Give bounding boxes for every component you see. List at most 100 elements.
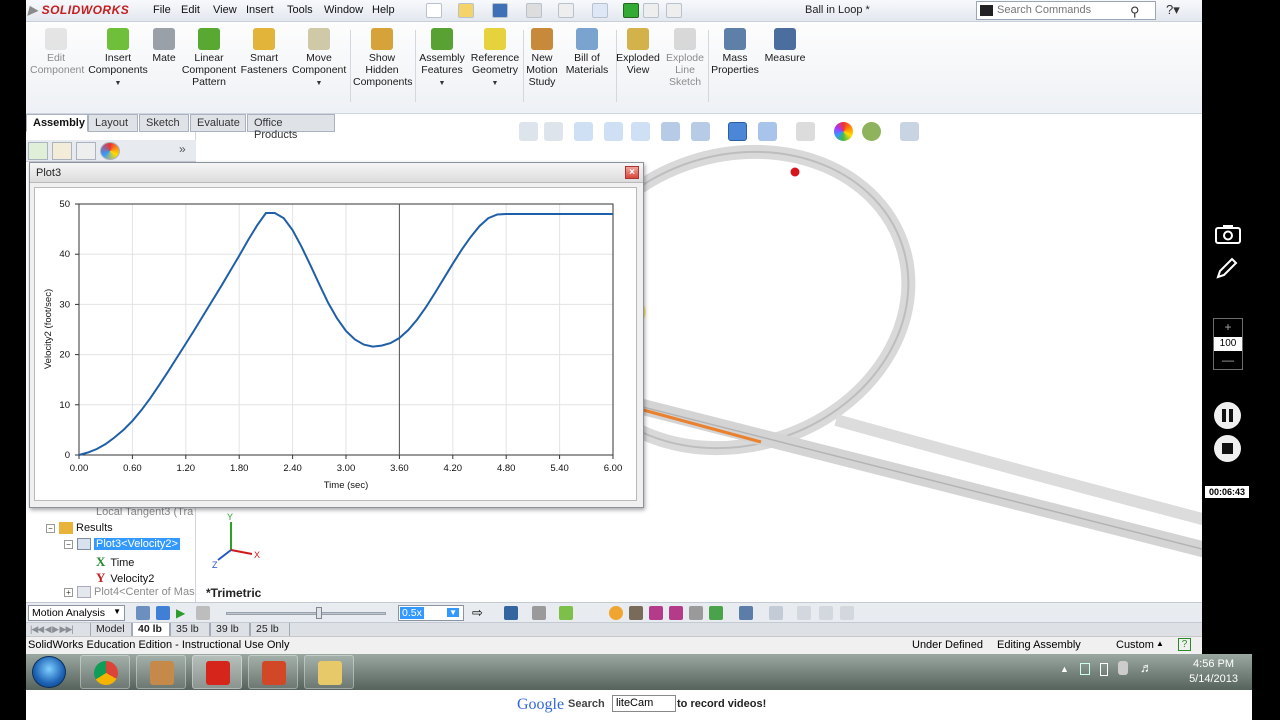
spring-icon[interactable] [629,606,643,620]
feature-tree-tab-icon[interactable] [28,142,48,160]
play-from-start-icon[interactable] [156,606,170,620]
tab-office-products[interactable]: Office Products [247,114,335,141]
section-view-icon[interactable] [661,122,680,141]
explorer-taskbar-button[interactable] [304,655,354,689]
collapse-icon[interactable]: − [46,523,55,533]
save-animation-icon[interactable] [504,606,518,620]
view-settings-icon[interactable] [862,122,881,141]
pencil-icon[interactable] [1215,256,1239,280]
new-document-icon[interactable] [426,3,442,18]
assembly-features-button[interactable]: Assembly Features ▼ [418,28,466,90]
chevron-down-icon[interactable]: ▼ [292,78,346,90]
zoom-in-icon[interactable]: + [1214,320,1242,334]
open-folder-icon[interactable] [458,3,474,18]
stop-icon[interactable] [196,606,210,620]
mass-properties-button[interactable]: Mass Properties [710,28,760,76]
tab-40-lb[interactable]: 40 lb [132,623,170,637]
edit-component-button[interactable]: Edit Component [30,28,84,76]
display-style-icon[interactable] [728,122,747,141]
pause-icon[interactable] [1214,402,1241,429]
start-button-icon[interactable] [32,656,66,688]
calculate-icon[interactable] [136,606,150,620]
battery-icon[interactable] [1100,663,1108,676]
taskbar-clock[interactable]: 4:56 PM 5/14/2013 [1189,657,1238,687]
select-arrow-icon[interactable] [592,3,608,18]
results-and-plots-icon[interactable] [739,606,753,620]
expand-icon[interactable]: + [64,587,73,597]
playback-speed-select[interactable]: 0.5x ▼ [398,605,464,621]
tree-item-plot3[interactable]: − Plot3<Velocity2> [64,538,180,551]
animation-wizard-icon[interactable] [532,606,546,620]
playback-slider[interactable] [226,612,386,615]
stop-recording-icon[interactable] [1214,435,1241,462]
chevron-down-icon[interactable]: ▼ [447,608,459,617]
insert-components-button[interactable]: Insert Components ▼ [88,28,148,90]
mate-button[interactable]: Mate [150,28,178,64]
tab-sketch[interactable]: Sketch [139,114,189,132]
playback-mode-icon[interactable]: ⇨ [472,606,486,620]
tab-model[interactable]: Model [90,623,132,637]
ball[interactable] [790,167,800,177]
filter-driving-icon[interactable] [840,606,854,620]
apply-scene-icon[interactable] [834,122,853,141]
tab-scroll-arrows-icon[interactable]: |◀◀ ◀ ▶ ▶▶| [30,624,74,635]
filter-animated-icon[interactable] [819,606,833,620]
display-pane-icon[interactable] [900,122,919,141]
menu-help[interactable]: Help [372,4,395,16]
units-selector[interactable]: Custom [1116,639,1154,651]
save-icon[interactable] [492,3,508,18]
force-icon[interactable] [669,606,683,620]
solidworks-taskbar-button[interactable] [192,655,242,689]
chevron-down-icon[interactable]: ▼ [469,78,521,90]
chrome-taskbar-button[interactable] [80,655,130,689]
gravity-icon[interactable] [709,606,723,620]
tab-25-lb[interactable]: 25 lb [250,623,290,637]
help-icon[interactable]: ? [1178,638,1191,651]
tree-item-results[interactable]: − Results [46,522,113,535]
search-icon[interactable]: ⚲ [1130,4,1140,20]
bill-of-materials-button[interactable]: Bill of Materials [562,28,612,76]
tree-item-time[interactable]: X Time [96,554,134,570]
exploded-view-button[interactable]: Exploded View [615,28,661,76]
chevron-down-icon[interactable]: ▼ [113,607,121,616]
display-manager-tab-icon[interactable] [100,142,120,160]
zoom-out-icon[interactable]: — [1214,353,1242,367]
motion-study-properties-icon[interactable] [769,606,783,620]
plot-title-bar[interactable]: Plot3 × [30,163,643,183]
menu-tools[interactable]: Tools [287,4,313,16]
tab-layout[interactable]: Layout [88,114,138,132]
paint-taskbar-button[interactable] [136,655,186,689]
previous-view-icon[interactable] [574,122,593,141]
file-properties-icon[interactable] [643,3,659,18]
smart-fasteners-button[interactable]: Smart Fasteners [239,28,289,76]
collapse-manager-icon[interactable] [797,606,811,620]
solidworks-logo[interactable]: ▶ SOLIDWORKS [28,3,129,17]
chevron-down-icon[interactable]: ▼ [88,78,148,90]
plot-window[interactable]: Plot3 × 0.00 0.60 1.20 1.80 2.40 3.00 3.60 4.20… [29,162,644,508]
print-icon[interactable] [526,3,542,18]
collapse-icon[interactable]: − [64,539,73,549]
menu-edit[interactable]: Edit [181,4,200,16]
chevron-right-icon[interactable]: » [179,142,186,156]
menu-insert[interactable]: Insert [246,4,274,16]
new-motion-study-button[interactable]: New Motion Study [526,28,558,88]
ad-search-input[interactable]: liteCam [612,695,676,712]
options-icon[interactable] [666,3,682,18]
powerpoint-taskbar-button[interactable] [248,655,298,689]
menu-file[interactable]: File [153,4,171,16]
tab-39-lb[interactable]: 39 lb [210,623,250,637]
chevron-up-icon[interactable]: ▲ [1156,639,1164,648]
configuration-manager-tab-icon[interactable] [76,142,96,160]
pan-icon[interactable] [631,122,650,141]
tab-evaluate[interactable]: Evaluate [190,114,246,132]
measure-button[interactable]: Measure [763,28,807,64]
motor-icon[interactable] [609,606,623,620]
play-icon[interactable]: ▶ [176,606,190,620]
linear-pattern-button[interactable]: Linear Component Pattern [181,28,237,88]
tab-35-lb[interactable]: 35 lb [170,623,210,637]
menu-window[interactable]: Window [324,4,363,16]
property-manager-tab-icon[interactable] [52,142,72,160]
zoom-control[interactable]: + 100 — [1213,318,1243,370]
autokey-icon[interactable] [559,606,573,620]
edit-appearance-icon[interactable] [796,122,815,141]
